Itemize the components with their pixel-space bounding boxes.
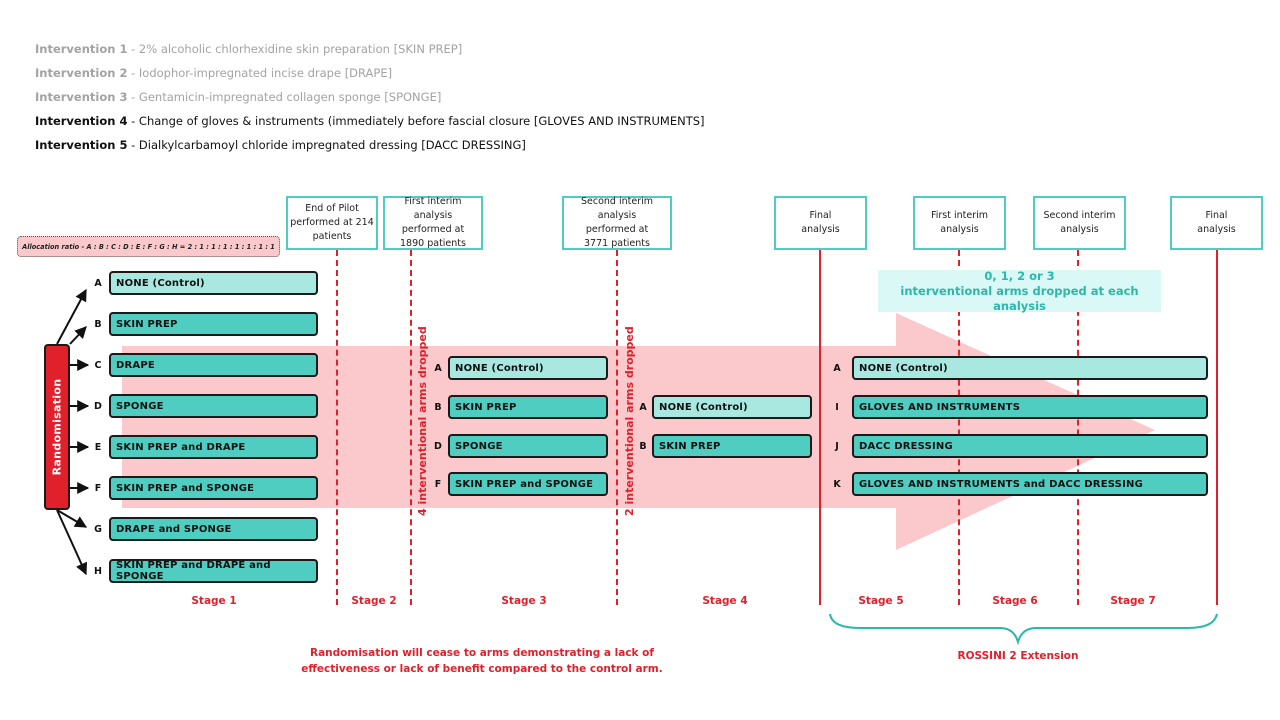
- footer-note-line-1: Randomisation will cease to arms demonst…: [310, 647, 654, 659]
- extension-label: ROSSINI 2 Extension: [957, 650, 1079, 662]
- extension-brace: [829, 613, 1218, 646]
- footer-note: Randomisation will cease to arms demonst…: [301, 645, 662, 677]
- footer-note-line-2: effectiveness or lack of benefit compare…: [301, 663, 663, 675]
